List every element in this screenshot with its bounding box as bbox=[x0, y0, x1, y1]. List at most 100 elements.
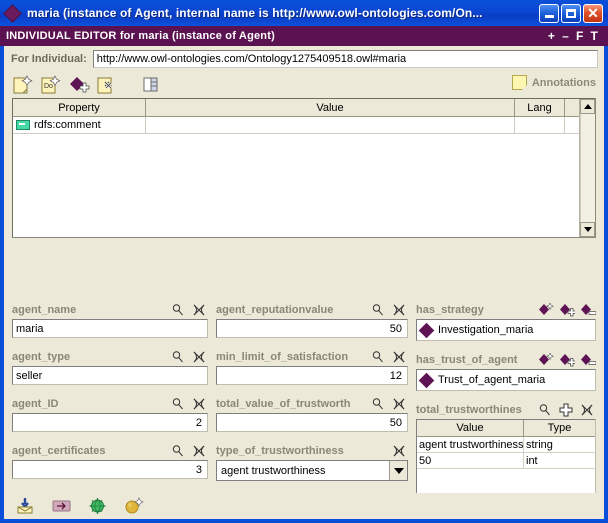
widget-icons bbox=[171, 397, 208, 411]
delete-icon[interactable] bbox=[192, 397, 206, 411]
column-header-property[interactable]: Property bbox=[13, 99, 146, 117]
magnifier-icon[interactable] bbox=[171, 350, 185, 364]
widget-agent-name: agent_name maria bbox=[12, 302, 208, 338]
has-strategy-value: Investigation_maria bbox=[438, 324, 534, 336]
delete-icon[interactable] bbox=[192, 350, 206, 364]
agent-certificates-input[interactable]: 3 bbox=[12, 460, 208, 479]
remove-instance-icon[interactable] bbox=[580, 353, 597, 367]
delete-icon[interactable] bbox=[392, 397, 406, 411]
delete-icon[interactable] bbox=[392, 350, 406, 364]
minimize-icon[interactable] bbox=[539, 3, 559, 23]
window-title: maria (instance of Agent, internal name … bbox=[27, 6, 483, 20]
create-documentation-icon[interactable]: Do bbox=[40, 74, 62, 95]
table-row[interactable]: 50 int bbox=[417, 453, 595, 469]
delete-icon[interactable] bbox=[192, 444, 206, 458]
delete-icon[interactable] bbox=[580, 403, 594, 417]
scrollbar-track[interactable] bbox=[580, 114, 595, 222]
column-header-value[interactable]: Value bbox=[146, 99, 515, 117]
maximize-icon[interactable] bbox=[561, 3, 581, 23]
editor-header: INDIVIDUAL EDITOR for maria (instance of… bbox=[0, 26, 608, 46]
add-instance-icon[interactable] bbox=[559, 303, 576, 317]
import-icon[interactable] bbox=[16, 497, 36, 515]
column-header-lang[interactable]: Lang bbox=[515, 99, 565, 117]
property-column-mid: agent_reputationvalue 50 min_limit_of_sa… bbox=[212, 302, 412, 519]
header-float-button[interactable]: F bbox=[576, 30, 584, 42]
magnifier-icon[interactable] bbox=[538, 403, 552, 417]
delete-icon[interactable] bbox=[392, 444, 406, 458]
total-trustworthines-empty-area bbox=[417, 469, 595, 494]
close-icon[interactable]: ✕ bbox=[583, 3, 603, 23]
widget-header: min_limit_of_satisfaction bbox=[216, 349, 408, 365]
agent-type-input[interactable]: seller bbox=[12, 366, 208, 385]
add-icon[interactable] bbox=[559, 403, 573, 417]
magnifier-icon[interactable] bbox=[371, 303, 385, 317]
widget-icons bbox=[538, 403, 596, 417]
widget-header: has_strategy bbox=[416, 302, 597, 318]
cell-property[interactable]: rdfs:comment bbox=[13, 117, 146, 134]
create-instance-icon[interactable] bbox=[538, 302, 554, 317]
widget-label: type_of_trustworthiness bbox=[216, 445, 344, 457]
magnifier-icon[interactable] bbox=[171, 444, 185, 458]
magnifier-icon[interactable] bbox=[371, 397, 385, 411]
cell-pad bbox=[565, 117, 579, 134]
agent-name-input[interactable]: maria bbox=[12, 319, 208, 338]
widget-icons bbox=[371, 303, 408, 317]
scroll-up-icon[interactable] bbox=[580, 99, 595, 114]
min-limit-of-satisfaction-input[interactable]: 12 bbox=[216, 366, 408, 385]
widget-icons bbox=[171, 350, 208, 364]
annotations-table-empty-area bbox=[13, 134, 579, 237]
widget-header: agent_ID bbox=[12, 396, 208, 412]
total-trustworthines-header: Value Type bbox=[417, 420, 595, 437]
add-instance-icon[interactable] bbox=[559, 353, 576, 367]
cell-value[interactable]: agent trustworthiness bbox=[417, 437, 524, 453]
sphere-new-icon[interactable] bbox=[124, 497, 144, 515]
magnifier-icon[interactable] bbox=[371, 350, 385, 364]
total-trustworthines-table: Value Type agent trustworthiness string … bbox=[416, 419, 596, 495]
type-of-trustworthiness-select[interactable]: agent trustworthiness bbox=[216, 460, 408, 481]
chevron-down-icon[interactable] bbox=[389, 461, 407, 480]
create-instance-icon[interactable] bbox=[538, 352, 554, 367]
header-minus-button[interactable]: – bbox=[562, 30, 569, 42]
annotations-scrollbar[interactable] bbox=[579, 99, 595, 237]
arrow-right-icon[interactable] bbox=[52, 497, 72, 515]
scroll-down-icon[interactable] bbox=[580, 222, 595, 237]
widget-agent-id: agent_ID 2 bbox=[12, 396, 208, 432]
column-header-value[interactable]: Value bbox=[417, 420, 524, 437]
add-individual-annotation-icon[interactable] bbox=[68, 74, 90, 95]
has-strategy-list[interactable]: Investigation_maria bbox=[416, 319, 596, 341]
widget-icons bbox=[392, 444, 408, 458]
column-header-type[interactable]: Type bbox=[524, 420, 595, 437]
table-row[interactable]: agent trustworthiness string bbox=[417, 437, 595, 453]
widget-total-value-of-trustworthiness: total_value_of_trustworth 50 bbox=[216, 396, 408, 432]
delete-annotation-icon[interactable] bbox=[96, 74, 118, 95]
property-column-right: has_strategy Investigation_maria has_tru… bbox=[412, 302, 600, 519]
cell-lang[interactable] bbox=[515, 117, 565, 134]
agent-id-input[interactable]: 2 bbox=[12, 413, 208, 432]
widget-icons bbox=[538, 302, 597, 317]
cell-value[interactable]: 50 bbox=[417, 453, 524, 469]
widget-label: agent_ID bbox=[12, 398, 59, 410]
total-value-of-trustworthiness-input[interactable]: 50 bbox=[216, 413, 408, 432]
has-trust-of-agent-list[interactable]: Trust_of_agent_maria bbox=[416, 369, 596, 391]
cell-type[interactable]: int bbox=[524, 453, 595, 469]
widget-type-of-trustworthiness: type_of_trustworthiness agent trustworth… bbox=[216, 443, 408, 481]
magnifier-icon[interactable] bbox=[171, 397, 185, 411]
header-plus-button[interactable]: + bbox=[548, 30, 555, 42]
for-individual-row: For Individual: http://www.owl-ontologie… bbox=[4, 46, 604, 71]
delete-icon[interactable] bbox=[192, 303, 206, 317]
for-individual-input[interactable]: http://www.owl-ontologies.com/Ontology12… bbox=[92, 50, 598, 68]
remove-instance-icon[interactable] bbox=[580, 303, 597, 317]
globe-icon[interactable] bbox=[88, 497, 108, 515]
create-annotation-icon[interactable] bbox=[12, 74, 34, 95]
view-properties-icon[interactable] bbox=[140, 74, 162, 95]
table-row[interactable]: rdfs:comment bbox=[13, 117, 579, 134]
header-tear-button[interactable]: T bbox=[590, 30, 598, 42]
cell-value[interactable] bbox=[146, 117, 515, 134]
cell-type[interactable]: string bbox=[524, 437, 595, 453]
annotations-table-grid: Property Value Lang rdfs:comment bbox=[13, 99, 579, 237]
widget-total-trustworthines: total_trustworthines Value Type agent tr… bbox=[416, 402, 596, 495]
delete-icon[interactable] bbox=[392, 303, 406, 317]
window-titlebar[interactable]: maria (instance of Agent, internal name … bbox=[0, 0, 608, 26]
agent-reputationvalue-input[interactable]: 50 bbox=[216, 319, 408, 338]
magnifier-icon[interactable] bbox=[171, 303, 185, 317]
